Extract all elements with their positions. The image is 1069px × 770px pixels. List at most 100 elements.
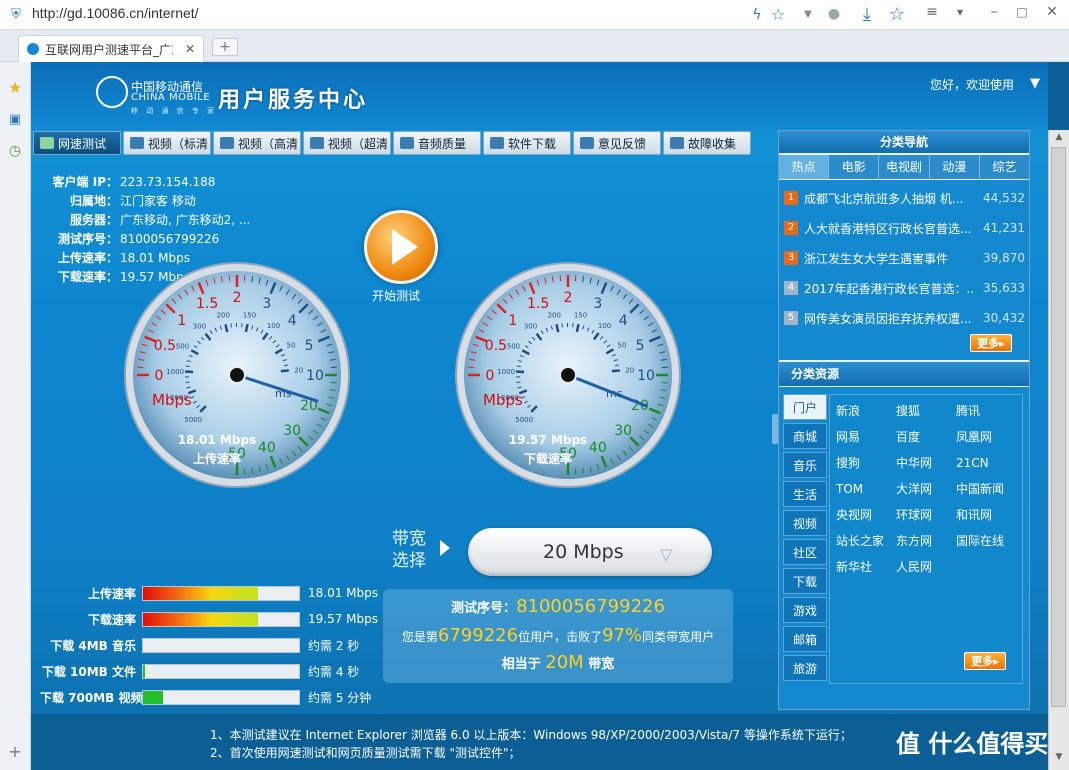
resource-more-button[interactable]: 更多 ▸	[964, 652, 1006, 670]
sidebar-add-icon[interactable]: +	[6, 742, 24, 761]
resource-link[interactable]: 大洋网	[896, 480, 956, 498]
category-tabs: 热点 电影 电视剧 动漫 综艺	[779, 155, 1030, 179]
tab-tv[interactable]: 电视剧	[879, 155, 930, 179]
resource-link[interactable]: 中国新闻	[956, 480, 1028, 498]
resource-category[interactable]: 视频	[783, 510, 827, 536]
resource-link[interactable]: 新浪	[836, 402, 896, 420]
scroll-up-icon[interactable]: ▲	[1050, 130, 1068, 144]
tab-video-sd[interactable]: 视频（标清	[123, 131, 211, 155]
resource-link[interactable]: 国际在线	[956, 532, 1028, 550]
resource-link[interactable]: 中华网	[896, 454, 956, 472]
tab-movie[interactable]: 电影	[829, 155, 880, 179]
skin-icon[interactable]: ▾	[952, 4, 968, 20]
shirt-icon[interactable]: ▼	[1026, 74, 1044, 92]
gauge-inner-tick	[185, 381, 190, 384]
tab-feedback[interactable]: 意见反馈	[573, 131, 661, 155]
favorite-icon[interactable]: ☆	[886, 3, 908, 25]
resource-category[interactable]: 社区	[783, 539, 827, 565]
tab-speed-test[interactable]: 网速测试	[33, 131, 121, 155]
bar-track	[142, 637, 300, 653]
maximize-icon[interactable]: □	[1014, 4, 1030, 20]
close-icon[interactable]: ✕	[1044, 4, 1060, 20]
bar-value: 19.57 Mbps	[308, 612, 379, 626]
sidebar-favorites-star-icon[interactable]: ★	[6, 78, 24, 97]
resource-link[interactable]: 新华社	[836, 558, 896, 576]
gauge-outer-tick-label: 5	[636, 338, 645, 354]
scrollbar-thumb[interactable]	[1051, 147, 1066, 707]
hot-count: 39,870	[983, 251, 1025, 265]
sidebar-history-clock-icon[interactable]: ◷	[6, 142, 24, 160]
resource-category[interactable]: 门户	[783, 394, 827, 420]
resource-link[interactable]: 凤凰网	[956, 428, 1028, 446]
gauge-outer-tick-label: 1	[177, 313, 186, 329]
resource-link[interactable]: 环球网	[896, 506, 956, 524]
film-icon	[310, 137, 324, 149]
hot-list-item[interactable]: 2 人大就香港特区行政长官普选... 41,231	[779, 213, 1029, 243]
scroll-down-icon[interactable]: ▼	[1050, 750, 1068, 764]
resource-link[interactable]: 百度	[896, 428, 956, 446]
url-field[interactable]: http://gd.10086.cn/internet/	[32, 5, 199, 21]
collapse-handle-icon[interactable]	[772, 414, 778, 444]
resource-category[interactable]: 音乐	[783, 452, 827, 478]
tab-video-uhd[interactable]: 视频（超清	[303, 131, 391, 155]
resource-link[interactable]: 搜狐	[896, 402, 956, 420]
resource-link[interactable]: 网易	[836, 428, 896, 446]
resource-link[interactable]: 和讯网	[956, 506, 1028, 524]
tab-video-hd[interactable]: 视频（高清	[213, 131, 301, 155]
hot-title[interactable]: 人大就香港特区行政长官普选...	[804, 220, 974, 237]
tab-audio-quality[interactable]: 音频质量	[393, 131, 481, 155]
hot-list-item[interactable]: 3 浙江发生女大学生遇害事件 39,870	[779, 243, 1029, 273]
bar-track	[142, 689, 300, 705]
hot-list-item[interactable]: 1 成都飞北京航班多人抽烟 机... 44,532	[779, 183, 1029, 213]
tab-anime[interactable]: 动漫	[929, 155, 980, 179]
resource-link[interactable]: 东方网	[896, 532, 956, 550]
lightning-icon[interactable]: ϟ	[748, 6, 766, 24]
hot-title[interactable]: 2017年起香港行政长官普选：...	[804, 280, 974, 297]
resource-category[interactable]: 邮箱	[783, 626, 827, 652]
star-icon[interactable]: ☆	[768, 4, 788, 24]
bar-row: 下载 10MB 文件 约需 4 秒	[40, 658, 378, 684]
rank-badge: 4	[784, 281, 798, 295]
hot-title[interactable]: 成都飞北京航班多人抽烟 机...	[804, 190, 974, 207]
hot-title[interactable]: 网传美女演员因拒弃抚养权遭...	[804, 310, 974, 327]
resource-category[interactable]: 商城	[783, 423, 827, 449]
sidebar-reader-icon[interactable]: ▣	[6, 110, 24, 128]
browser-tab[interactable]: 互联网用户测速平台_广东 ✕	[18, 35, 204, 62]
resource-link[interactable]: 站长之家	[836, 532, 896, 550]
info-row: 测试序号： 8100056799226	[57, 232, 220, 246]
resource-link[interactable]: 央视网	[836, 506, 896, 524]
download-icon[interactable]: ⤓	[856, 3, 878, 25]
menu-icon[interactable]: ≡	[924, 4, 940, 20]
hot-more-button[interactable]: 更多 ▸	[970, 334, 1012, 352]
china-mobile-logo-icon[interactable]	[96, 76, 128, 108]
resource-link[interactable]: 搜狗	[836, 454, 896, 472]
chevron-down-icon[interactable]: ▽	[660, 545, 682, 564]
tab-hot[interactable]: 热点	[779, 155, 830, 179]
resource-category[interactable]: 旅游	[783, 655, 827, 681]
minimize-icon[interactable]: –	[986, 4, 1002, 20]
tab-fault-report[interactable]: 故障收集	[663, 131, 751, 155]
resource-category[interactable]: 生活	[783, 481, 827, 507]
audio-disc-icon	[400, 137, 414, 149]
info-row: 归属地： 江门家客 移动	[69, 194, 196, 208]
tab-close-icon[interactable]: ✕	[185, 42, 195, 56]
speed-test-icon	[40, 137, 54, 149]
welcome-text: 您好，欢迎使用	[930, 78, 1015, 92]
resource-link[interactable]: 腾讯	[956, 402, 1028, 420]
resource-link[interactable]: 21CN	[956, 454, 1028, 472]
resource-link[interactable]: TOM	[836, 480, 896, 498]
chat-icon[interactable]: ●	[824, 4, 844, 24]
start-test-label[interactable]: 开始测试	[372, 287, 420, 304]
resource-category[interactable]: 下载	[783, 568, 827, 594]
dropdown-icon[interactable]: ▼	[800, 6, 816, 22]
tab-software-download[interactable]: 软件下载	[483, 131, 571, 155]
gauge-outer-tick-label: 1	[508, 313, 517, 329]
tab-variety[interactable]: 综艺	[979, 155, 1030, 179]
new-tab-button[interactable]: +	[212, 38, 238, 56]
hot-list-item[interactable]: 5 网传美女演员因拒弃抚养权遭... 30,432	[779, 303, 1029, 333]
hot-title[interactable]: 浙江发生女大学生遇害事件	[804, 250, 974, 267]
gauge-inner-tick	[224, 324, 229, 333]
hot-list-item[interactable]: 4 2017年起香港行政长官普选：... 35,633	[779, 273, 1029, 303]
resource-category[interactable]: 游戏	[783, 597, 827, 623]
resource-link[interactable]: 人民网	[896, 558, 956, 576]
